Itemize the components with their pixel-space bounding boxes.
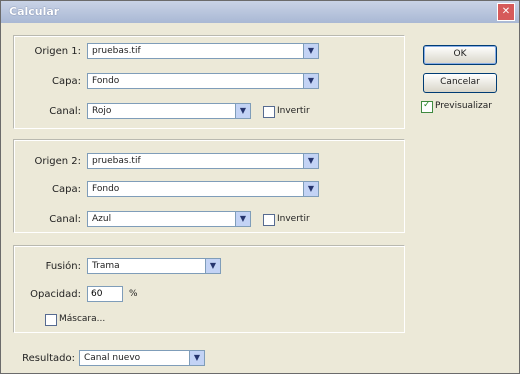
chevron-down-icon[interactable]: ▼ [303, 154, 318, 168]
source2-invert-checkbox[interactable] [263, 214, 275, 226]
chevron-down-icon[interactable]: ▼ [303, 182, 318, 196]
title-bar[interactable]: Calcular ✕ [1, 1, 519, 23]
source2-channel-label: Canal: [49, 214, 81, 225]
source2-label: Origen 2: [34, 156, 81, 167]
opacity-label: Opacidad: [30, 289, 81, 300]
blend-mode-label: Fusión: [45, 261, 81, 272]
source1-channel-select[interactable]: Rojo ▼ [87, 103, 251, 119]
close-icon[interactable]: ✕ [497, 3, 515, 21]
result-select[interactable]: Canal nuevo ▼ [79, 350, 205, 366]
preview-label[interactable]: Previsualizar [435, 101, 492, 111]
source2-channel-value: Azul [92, 214, 112, 224]
blend-mode-select[interactable]: Trama ▼ [87, 258, 221, 274]
source1-invert-checkbox[interactable] [263, 106, 275, 118]
source2-layer-value: Fondo [92, 184, 120, 194]
source1-invert-label[interactable]: Invertir [277, 106, 310, 116]
chevron-down-icon[interactable]: ▼ [189, 351, 204, 365]
source1-channel-value: Rojo [92, 106, 112, 116]
source1-file-value: pruebas.tif [92, 46, 141, 56]
opacity-value: 60 [91, 289, 103, 299]
source2-layer-label: Capa: [52, 184, 81, 195]
calculations-dialog: Calcular ✕ Origen 1: pruebas.tif ▼ Capa:… [0, 0, 520, 374]
chevron-down-icon[interactable]: ▼ [303, 74, 318, 88]
chevron-down-icon[interactable]: ▼ [235, 212, 250, 226]
result-value: Canal nuevo [84, 353, 141, 363]
source1-layer-value: Fondo [92, 76, 120, 86]
preview-checkbox[interactable]: ✓ [421, 100, 433, 113]
source2-file-value: pruebas.tif [92, 156, 141, 166]
source1-channel-label: Canal: [49, 106, 81, 117]
source2-file-select[interactable]: pruebas.tif ▼ [87, 153, 319, 169]
source1-layer-label: Capa: [52, 76, 81, 87]
source2-layer-select[interactable]: Fondo ▼ [87, 181, 319, 197]
source1-file-select[interactable]: pruebas.tif ▼ [87, 43, 319, 59]
opacity-input[interactable]: 60 [87, 286, 123, 302]
chevron-down-icon[interactable]: ▼ [205, 259, 220, 273]
checkmark-icon: ✓ [423, 100, 431, 110]
opacity-unit: % [129, 289, 138, 299]
ok-button[interactable]: OK [423, 45, 497, 65]
chevron-down-icon[interactable]: ▼ [303, 44, 318, 58]
source1-label: Origen 1: [34, 46, 81, 57]
source1-layer-select[interactable]: Fondo ▼ [87, 73, 319, 89]
cancel-button[interactable]: Cancelar [423, 73, 497, 93]
mask-checkbox[interactable] [45, 314, 57, 326]
dialog-title: Calcular [9, 5, 60, 18]
source2-invert-label[interactable]: Invertir [277, 214, 310, 224]
result-label: Resultado: [22, 353, 75, 364]
source2-channel-select[interactable]: Azul ▼ [87, 211, 251, 227]
chevron-down-icon[interactable]: ▼ [235, 104, 250, 118]
mask-label[interactable]: Máscara... [59, 314, 105, 324]
blend-mode-value: Trama [92, 261, 120, 271]
